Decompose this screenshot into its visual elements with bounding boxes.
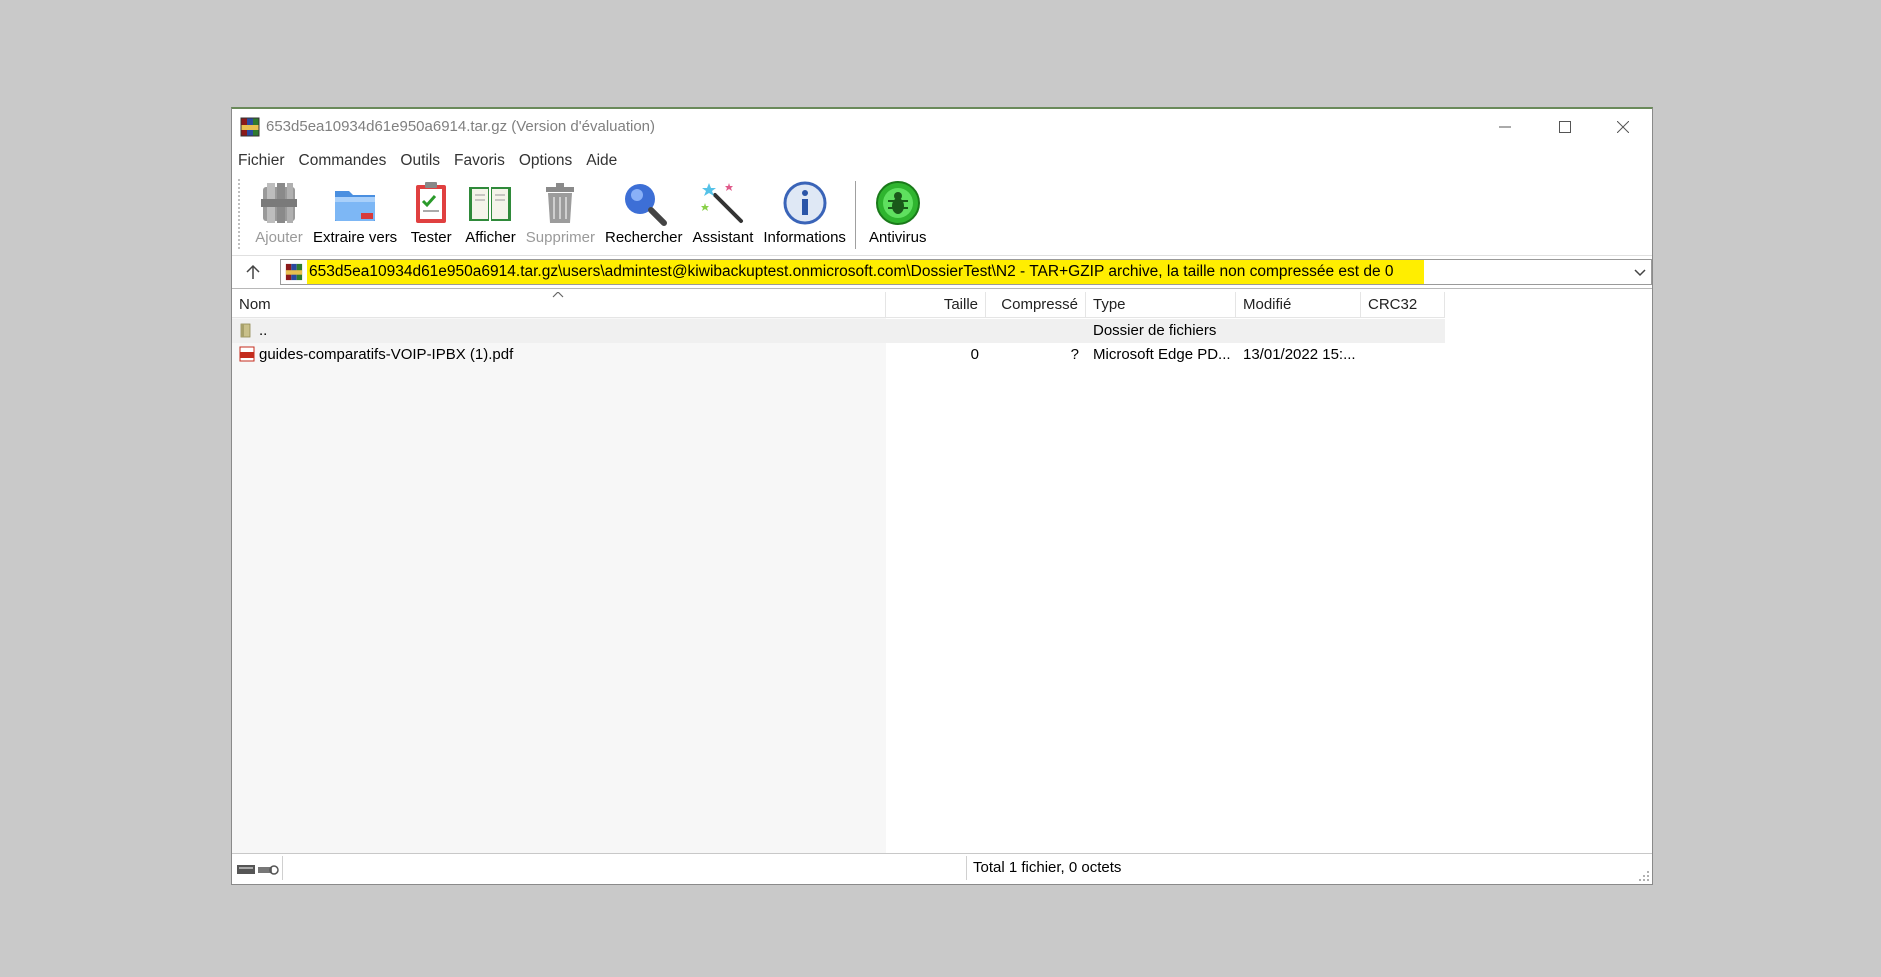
toolbar: Ajouter Extraire vers Tester Afficher Su… [232,175,1652,255]
cell-modified: 13/01/2022 15:... [1243,346,1356,363]
delete-label: Supprimer [525,229,595,246]
cell-type: Microsoft Edge PD... [1093,346,1231,363]
find-button[interactable]: Rechercher [600,175,688,246]
wizard-button[interactable]: Assistant [688,175,759,246]
status-total: Total 1 fichier, 0 octets [973,859,1122,876]
path-field[interactable]: 653d5ea10934d61e950a6914.tar.gz\users\ad… [280,259,1652,285]
column-header-name[interactable]: Nom [232,292,886,318]
add-archive-icon [261,183,297,223]
maximize-icon [1559,121,1571,133]
antivirus-bug-icon [875,181,920,225]
close-icon [1617,121,1629,133]
toolbar-separator [854,181,856,249]
column-header-row: Nom Taille Compressé Type Modifié CRC32 [232,292,1445,318]
menu-aide[interactable]: Aide [586,152,617,170]
minimize-button[interactable] [1476,109,1534,145]
delete-button[interactable]: Supprimer [521,175,600,246]
pdf-icon [239,346,255,362]
menu-options[interactable]: Options [519,152,572,170]
toolbar-grip[interactable] [238,179,244,249]
path-text: 653d5ea10934d61e950a6914.tar.gz\users\ad… [307,260,1424,284]
view-book-icon [469,187,512,221]
antivirus-button[interactable]: Antivirus [864,175,932,246]
test-label: Tester [410,229,452,246]
find-label: Rechercher [604,229,683,246]
info-icon [783,181,827,225]
window-title: 653d5ea10934d61e950a6914.tar.gz (Version… [266,118,656,135]
table-row[interactable]: guides-comparatifs-VOIP-IPBX (1).pdf 0 ?… [232,343,1445,367]
trash-icon [546,183,575,223]
file-name: .. [259,322,268,339]
view-label: Afficher [465,229,516,246]
column-name-label: Nom [239,296,271,313]
winrar-app-icon[interactable] [240,117,260,137]
cell-name: .. [232,319,886,343]
view-button[interactable]: Afficher [460,175,521,246]
add-label: Ajouter [255,229,303,246]
archive-icon [285,263,303,281]
name-column-background [232,292,886,862]
extract-button[interactable]: Extraire vers [308,175,402,246]
arrow-up-icon [246,264,260,279]
winrar-window: 653d5ea10934d61e950a6914.tar.gz (Version… [231,107,1653,885]
up-folder-button[interactable] [236,258,270,286]
cell-modified [1236,319,1361,343]
address-bar: 653d5ea10934d61e950a6914.tar.gz\users\ad… [232,255,1652,289]
column-header-type[interactable]: Type [1086,292,1236,318]
chevron-down-icon[interactable] [1633,265,1647,279]
search-icon [624,184,667,226]
menu-favoris[interactable]: Favoris [454,152,505,170]
cell-size: 0 [970,346,979,363]
info-label: Informations [763,229,846,246]
column-header-size[interactable]: Taille [886,292,986,318]
title-bar: 653d5ea10934d61e950a6914.tar.gz (Version… [232,109,1652,145]
magic-wand-icon [700,183,743,223]
folder-icon [240,323,251,338]
cell-crc [1361,319,1445,343]
info-button[interactable]: Informations [758,175,851,246]
wizard-label: Assistant [692,229,754,246]
cell-type: Dossier de fichiers [1093,322,1217,339]
test-clipboard-icon [416,182,447,223]
column-header-packed[interactable]: Compressé [986,292,1086,318]
cell-packed: ? [1070,346,1079,363]
menu-bar: Fichier Commandes Outils Favoris Options… [232,149,1652,173]
menu-fichier[interactable]: Fichier [238,152,285,170]
sort-ascending-icon [552,292,564,298]
column-header-crc[interactable]: CRC32 [1361,292,1445,318]
antivirus-label: Antivirus [868,229,927,246]
cell-crc [1361,343,1445,367]
file-list[interactable]: Nom Taille Compressé Type Modifié CRC32 … [232,292,1652,862]
resize-grip-icon[interactable] [1638,870,1650,882]
menu-outils[interactable]: Outils [400,152,440,170]
column-header-modified[interactable]: Modifié [1236,292,1361,318]
test-button[interactable]: Tester [402,175,460,246]
file-name: guides-comparatifs-VOIP-IPBX (1).pdf [259,346,514,363]
minimize-icon [1499,126,1511,128]
menu-commandes[interactable]: Commandes [299,152,387,170]
status-bar: Total 1 fichier, 0 octets [232,853,1652,884]
extract-folder-icon [335,191,376,221]
status-icons [232,856,283,880]
maximize-button[interactable] [1536,109,1594,145]
cell-packed [986,319,1086,343]
keyboard-drive-icon[interactable] [236,860,280,880]
extract-label: Extraire vers [313,229,398,246]
table-row[interactable]: .. Dossier de fichiers [232,319,1445,343]
cell-size [886,319,986,343]
cell-name: guides-comparatifs-VOIP-IPBX (1).pdf [232,343,886,367]
add-button[interactable]: Ajouter [250,175,308,246]
status-divider [966,856,967,880]
close-button[interactable] [1594,109,1652,145]
